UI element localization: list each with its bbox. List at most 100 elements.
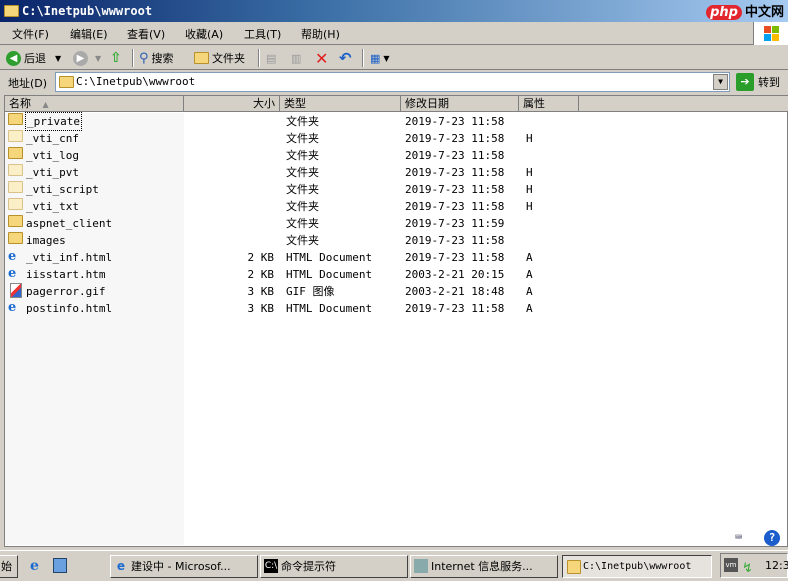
menu-bar: 文件(F) 编辑(E) 查看(V) 收藏(A) 工具(T) 帮助(H) [0, 22, 788, 45]
menu-help[interactable]: 帮助(H) [301, 26, 340, 42]
show-desktop-icon[interactable] [53, 558, 67, 573]
search-button[interactable]: ⚲ 搜索 [139, 49, 174, 67]
go-button[interactable]: ➔ 转到 [736, 73, 780, 91]
start-button[interactable]: 始 [0, 555, 18, 578]
network-icon[interactable]: ↯ [742, 557, 753, 580]
file-row[interactable]: aspnet_client 文件夹 2019-7-23 11:59 [5, 215, 565, 232]
file-type: HTML Document [286, 268, 373, 281]
file-row[interactable]: _vti_pvt 文件夹 2019-7-23 11:58 H [5, 164, 565, 181]
file-date: 2019-7-23 11:58 [405, 234, 505, 247]
taskbar-label: 建设中 - Microsof... [131, 560, 231, 573]
back-arrow-icon: ◀ [6, 50, 21, 66]
file-name: _vti_inf.html [26, 251, 113, 264]
file-row[interactable]: _vti_txt 文件夹 2019-7-23 11:58 H [5, 198, 565, 215]
taskbar-label: C:\Inetpub\wwwroot [583, 561, 692, 572]
file-name: _vti_script [26, 183, 99, 196]
windows-logo-icon [753, 22, 788, 45]
file-row[interactable]: e _vti_inf.html 2 KB HTML Document 2019-7-23… [5, 249, 565, 266]
views-icon: ▦ [370, 51, 381, 65]
file-row[interactable]: pagerror.gif 3 KB GIF 图像 2003-2-21 18:48 A [5, 283, 565, 300]
column-name[interactable]: 名称 ▲ [5, 96, 184, 112]
file-name: aspnet_client [26, 217, 113, 230]
help-icon[interactable]: ? [764, 530, 780, 546]
vmware-icon[interactable]: vm [724, 558, 738, 572]
folders-button[interactable]: 文件夹 [194, 49, 245, 67]
file-type: GIF 图像 [286, 285, 335, 298]
folder-icon [8, 232, 23, 244]
column-date[interactable]: 修改日期 [401, 96, 519, 112]
copy-to-button[interactable]: ▥ [291, 49, 301, 67]
back-button[interactable]: ◀ 后退 ▼ [6, 49, 61, 67]
file-name: pagerror.gif [26, 285, 106, 298]
file-type: 文件夹 [286, 149, 319, 162]
html-document-icon: e [8, 249, 17, 264]
file-row[interactable]: images 文件夹 2019-7-23 11:58 [5, 232, 565, 249]
cmd-icon: C:\ [264, 559, 278, 573]
undo-button[interactable]: ↶ [339, 49, 352, 67]
file-attributes: A [526, 302, 533, 315]
menu-favorites[interactable]: 收藏(A) [185, 26, 223, 42]
file-name: iisstart.htm [26, 268, 106, 281]
chevron-down-icon: ▼ [95, 53, 102, 63]
views-button[interactable]: ▦ ▼ [370, 49, 390, 67]
window-title: C:\Inetpub\wwwroot [22, 4, 153, 18]
file-attributes: H [526, 132, 533, 145]
menu-file[interactable]: 文件(F) [12, 26, 49, 42]
column-filler [579, 96, 788, 112]
menu-view[interactable]: 查看(V) [127, 26, 165, 42]
ie-quicklaunch-icon[interactable]: e [30, 558, 39, 574]
file-type: 文件夹 [286, 200, 319, 213]
address-value: C:\Inetpub\wwwroot [76, 75, 196, 88]
file-row[interactable]: _vti_cnf 文件夹 2019-7-23 11:58 H [5, 130, 565, 147]
column-type[interactable]: 类型 [280, 96, 401, 112]
keyboard-icon[interactable]: ⌨ [735, 530, 753, 546]
taskbar-item-explorer[interactable]: C:\Inetpub\wwwroot [562, 555, 712, 578]
delete-x-icon: ✕ [315, 48, 329, 68]
file-name: _vti_txt [26, 200, 79, 213]
move-to-button[interactable]: ▤ [266, 49, 276, 67]
folders-label: 文件夹 [212, 52, 245, 65]
folder-icon [194, 52, 209, 64]
language-bar: ⌨ ? [731, 527, 788, 549]
file-name: images [26, 234, 66, 247]
file-size: 3 KB [247, 302, 275, 315]
taskbar-item-ie[interactable]: e 建设中 - Microsof... [110, 555, 258, 578]
file-type: 文件夹 [286, 234, 319, 247]
system-tray: vm ↯ 12:3 [720, 553, 788, 578]
file-row[interactable]: e postinfo.html 3 KB HTML Document 2019-7-23… [5, 300, 565, 317]
file-type: 文件夹 [286, 132, 319, 145]
file-date: 2019-7-23 11:58 [405, 149, 505, 162]
gif-image-icon [10, 283, 22, 298]
menu-edit[interactable]: 编辑(E) [70, 26, 108, 42]
column-size[interactable]: 大小 [184, 96, 280, 112]
file-size: 3 KB [247, 285, 275, 298]
clock[interactable]: 12:3 [765, 559, 788, 572]
file-date: 2003-2-21 20:15 [405, 268, 505, 281]
taskbar-item-cmd[interactable]: C:\ 命令提示符 [260, 555, 408, 578]
folder-icon [8, 215, 23, 227]
forward-button[interactable]: ▶ ▼ [73, 49, 101, 67]
file-date: 2019-7-23 11:58 [405, 251, 505, 264]
file-row[interactable]: _private 文件夹 2019-7-23 11:58 [5, 112, 565, 131]
file-date: 2019-7-23 11:58 [405, 183, 505, 196]
file-type: HTML Document [286, 302, 373, 315]
address-input[interactable]: C:\Inetpub\wwwroot [55, 72, 730, 92]
title-bar[interactable]: C:\Inetpub\wwwroot php 中文网 [0, 0, 788, 22]
taskbar-label: Internet 信息服务... [431, 560, 533, 573]
address-label: 地址(D) [8, 77, 48, 90]
file-date: 2003-2-21 18:48 [405, 285, 505, 298]
file-date: 2019-7-23 11:58 [405, 166, 505, 179]
file-row[interactable]: _vti_log 文件夹 2019-7-23 11:58 [5, 147, 565, 164]
search-label: 搜索 [151, 52, 174, 65]
column-attributes[interactable]: 属性 [519, 96, 579, 112]
taskbar-item-iis[interactable]: Internet 信息服务... [410, 555, 558, 578]
file-type: 文件夹 [286, 115, 319, 128]
file-row[interactable]: e iisstart.htm 2 KB HTML Document 2003-2-21 … [5, 266, 565, 283]
file-name: _private [25, 112, 82, 131]
address-dropdown-button[interactable]: ▼ [713, 74, 728, 90]
folder-icon [8, 164, 23, 176]
file-row[interactable]: _vti_script 文件夹 2019-7-23 11:58 H [5, 181, 565, 198]
up-folder-button[interactable]: ⇧ [110, 49, 122, 67]
delete-button[interactable]: ✕ [315, 48, 329, 68]
menu-tools[interactable]: 工具(T) [244, 26, 281, 42]
